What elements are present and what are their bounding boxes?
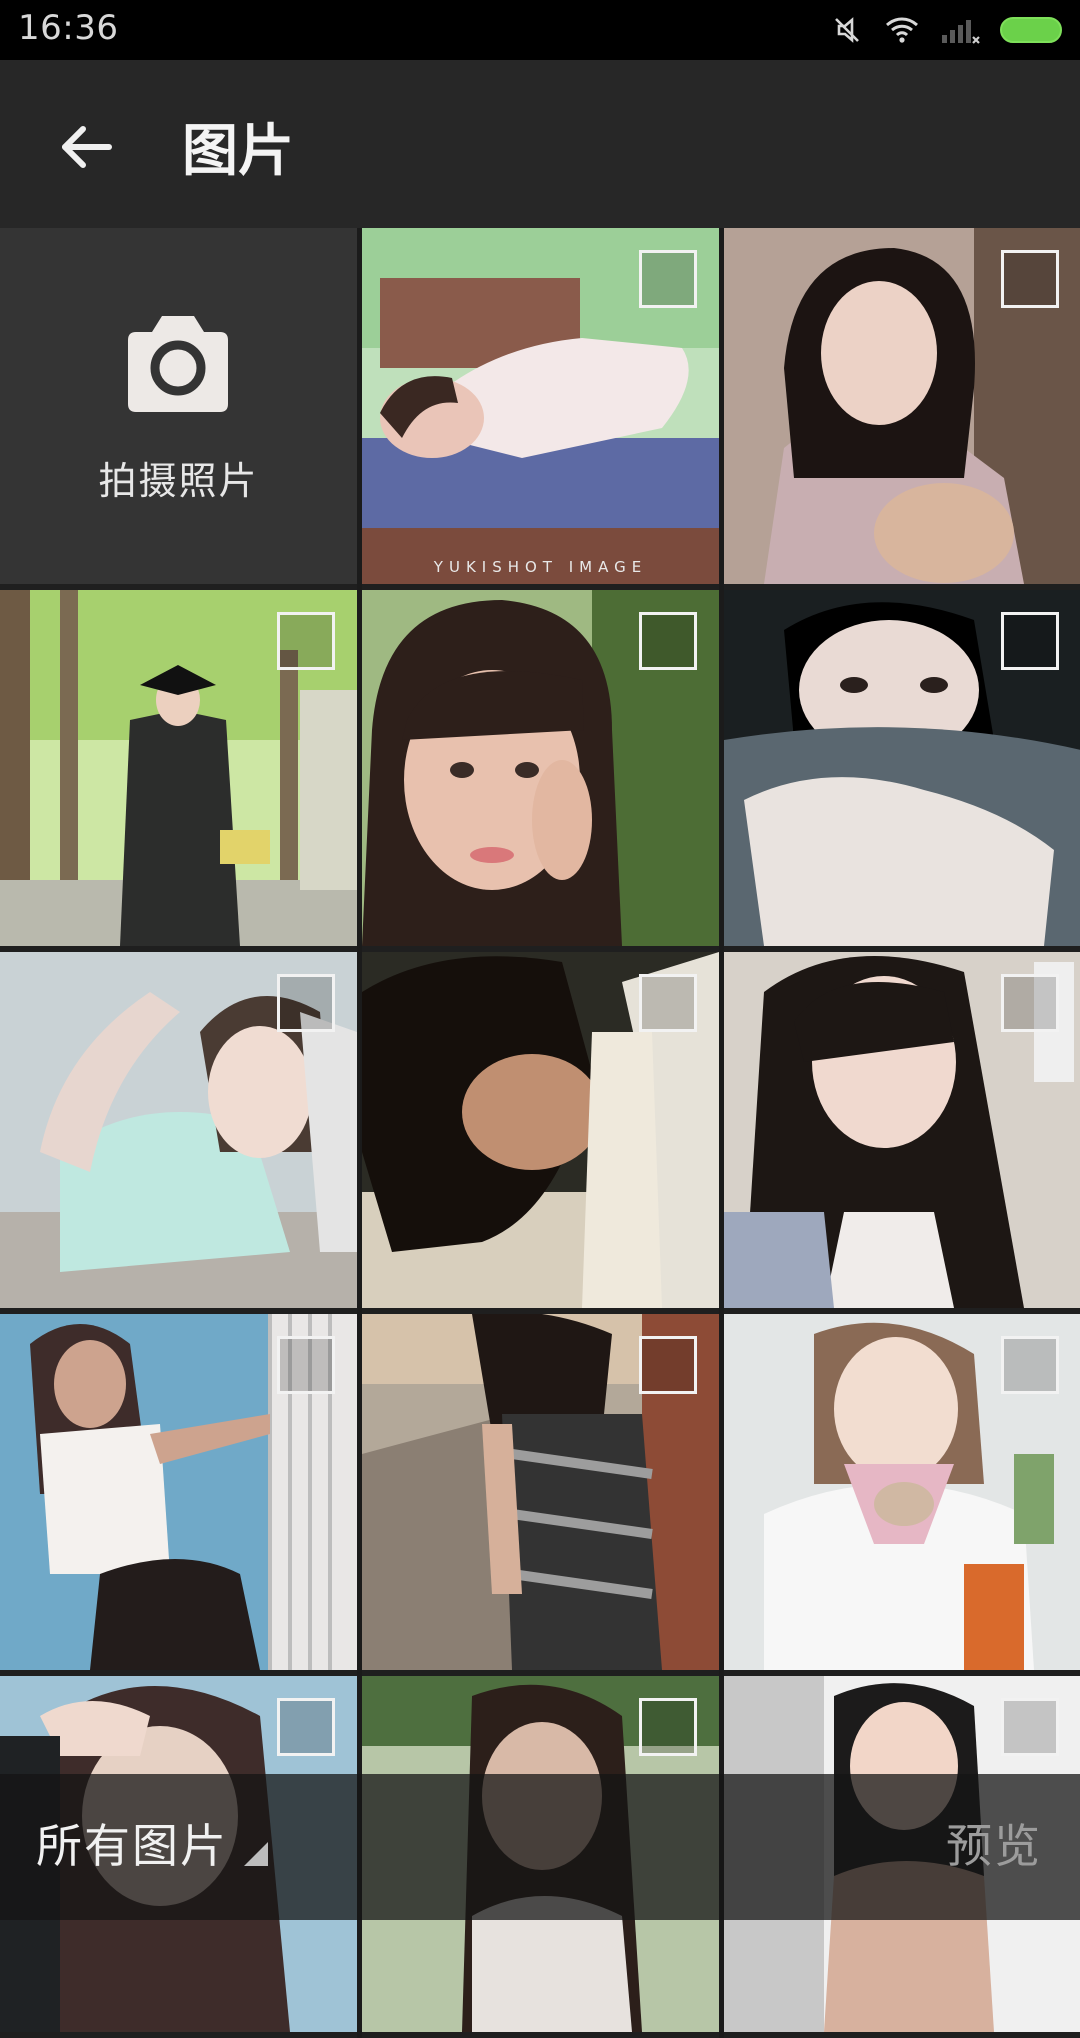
photo-tile[interactable] — [0, 1314, 357, 1670]
photo-tile[interactable] — [724, 1314, 1080, 1670]
photo-tile[interactable] — [724, 590, 1080, 946]
arrow-left-icon — [62, 126, 112, 168]
folder-selector[interactable]: 所有图片 — [36, 1810, 228, 1876]
select-checkbox[interactable] — [639, 974, 697, 1032]
select-checkbox[interactable] — [277, 974, 335, 1032]
bottom-bar: 所有图片 预览 — [0, 1774, 1080, 1920]
photo-tile[interactable] — [0, 952, 357, 1308]
camera-icon — [128, 316, 228, 412]
page-title: 图片 — [182, 119, 294, 184]
status-bar: 16:36 — [0, 0, 1080, 60]
select-checkbox[interactable] — [1001, 612, 1059, 670]
select-checkbox[interactable] — [277, 1336, 335, 1394]
select-checkbox[interactable] — [277, 612, 335, 670]
photo-tile[interactable] — [362, 1314, 719, 1670]
select-checkbox[interactable] — [639, 1336, 697, 1394]
select-checkbox[interactable] — [1001, 1336, 1059, 1394]
photo-tile[interactable]: YUKISHOT IMAGE — [362, 228, 719, 584]
select-checkbox[interactable] — [1001, 1698, 1059, 1756]
photo-tile[interactable] — [724, 952, 1080, 1308]
select-checkbox[interactable] — [277, 1698, 335, 1756]
select-checkbox[interactable] — [639, 250, 697, 308]
battery-icon — [1000, 17, 1062, 43]
photo-tile[interactable] — [724, 228, 1080, 584]
signal-icon — [942, 20, 980, 44]
photo-tile[interactable] — [0, 590, 357, 946]
photo-tile[interactable] — [362, 590, 719, 946]
status-icons — [830, 10, 1062, 50]
mute-icon — [835, 17, 859, 43]
grid-gutter — [719, 228, 724, 2038]
grid-gutter — [357, 228, 362, 2038]
select-checkbox[interactable] — [639, 1698, 697, 1756]
wifi-icon — [886, 17, 918, 43]
photo-tile[interactable] — [362, 952, 719, 1308]
select-checkbox[interactable] — [639, 612, 697, 670]
back-button[interactable] — [40, 102, 130, 192]
app-bar: 图片 — [0, 60, 1080, 228]
take-photo-tile[interactable]: 拍摄照片 — [0, 228, 357, 584]
status-time: 16:36 — [18, 8, 119, 48]
photo-watermark: YUKISHOT IMAGE — [433, 558, 648, 576]
take-photo-label: 拍摄照片 — [98, 459, 259, 503]
select-checkbox[interactable] — [1001, 974, 1059, 1032]
triangle-down-right-icon[interactable] — [244, 1842, 268, 1866]
preview-button[interactable]: 预览 — [946, 1810, 1042, 1876]
select-checkbox[interactable] — [1001, 250, 1059, 308]
